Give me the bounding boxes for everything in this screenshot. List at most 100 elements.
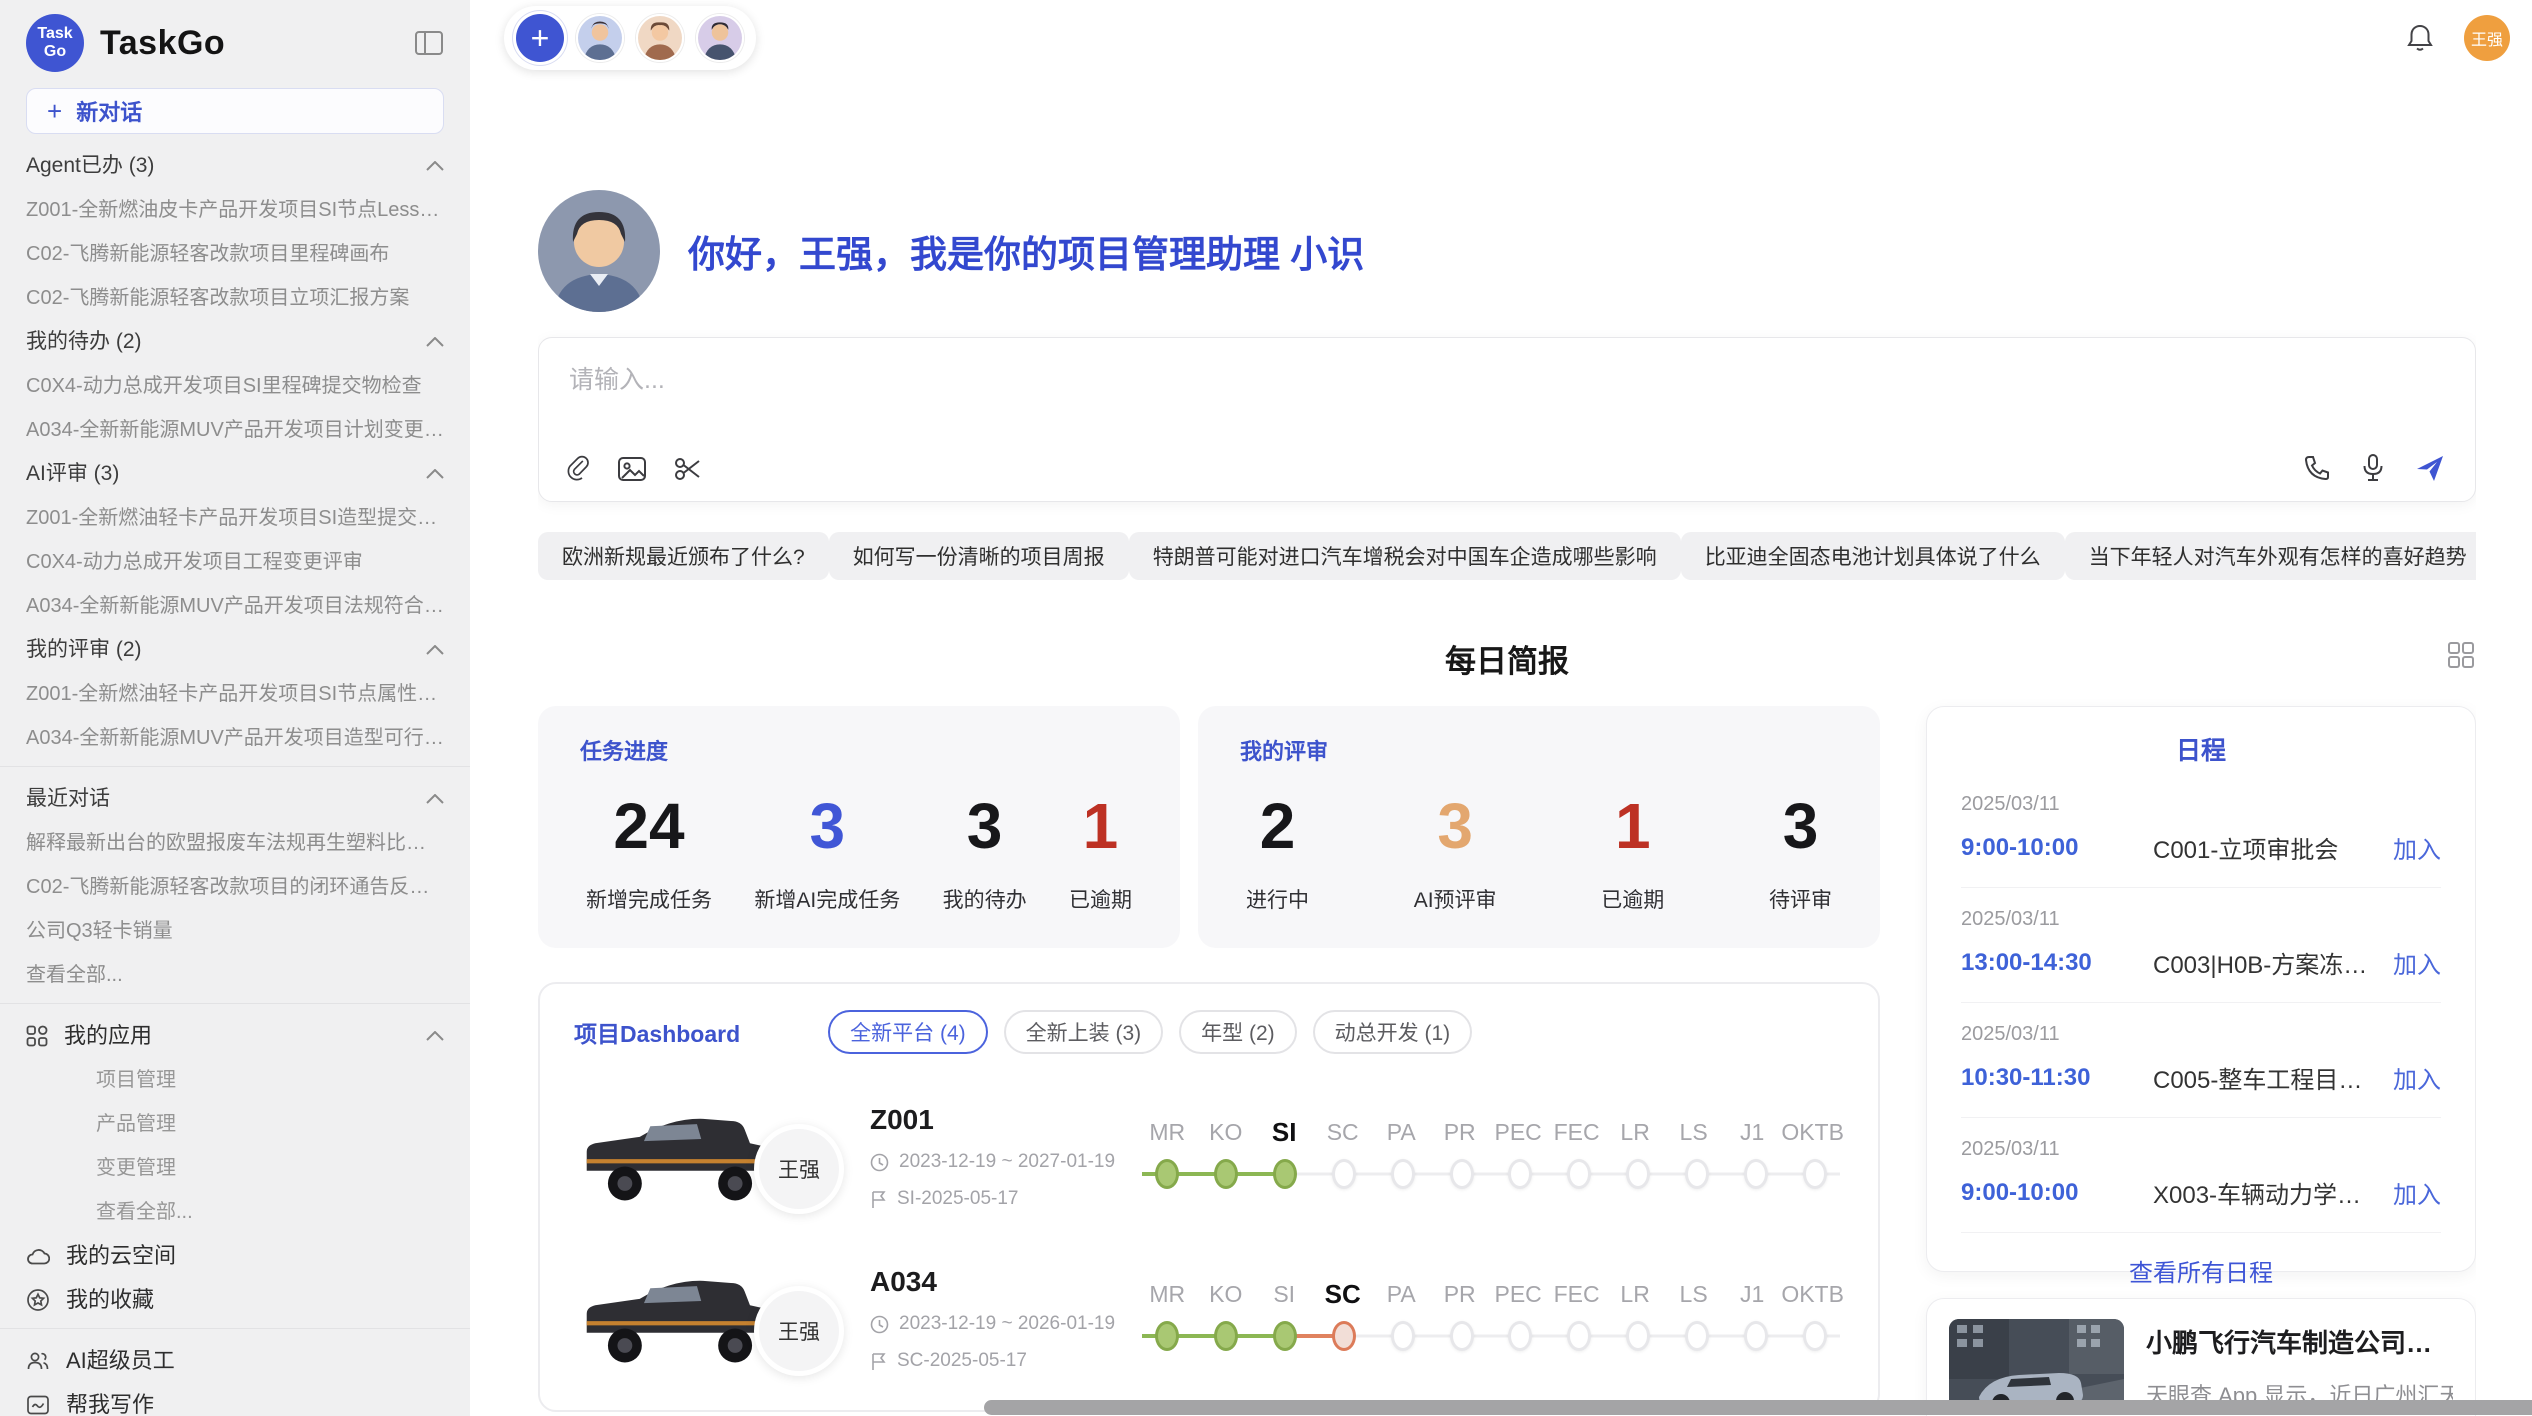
milestone-dot [1508,1159,1532,1189]
layout-grid-icon[interactable] [2446,640,2476,670]
notification-bell-icon[interactable] [2406,23,2434,53]
user-initials: 王强 [2471,26,2503,50]
avatar[interactable] [636,14,684,62]
section-recent-chats[interactable]: 最近对话 [26,787,444,811]
project-row[interactable]: 王强 A034 2023-12-19 ~ 2026-01-19 SC-2025-… [574,1260,1844,1378]
stat: 3 AI预评审 [1414,794,1497,914]
event-time: 13:00-14:30 [1961,949,2153,977]
app-item[interactable]: 变更管理 [96,1156,444,1180]
sidebar-item[interactable]: C0X4-动力总成开发项目SI里程碑提交物检查 [26,374,444,398]
sidebar: Task Go TaskGo + 新对话 Agent已办 (3) Z001-全新… [0,0,470,1416]
milestone-label: PEC [1489,1117,1547,1147]
suggestion-chip[interactable]: 欧洲新规最近颁布了什么? [538,532,829,580]
recent-chat-item[interactable]: C02-飞腾新能源轻客改款项目的闭环通告反馈情况 [26,875,444,899]
dashboard-tab[interactable]: 动总开发 (1) [1313,1010,1473,1054]
milestone-label: FEC [1547,1117,1605,1147]
milestone-dot [1803,1159,1827,1189]
schedule-event: 2025/03/11 13:00-14:30 C003|H0B-方案冻结评审 加… [1961,888,2441,1003]
dashboard-tab[interactable]: 全新上装 (3) [1004,1010,1164,1054]
sidebar-item[interactable]: Z001-全新燃油轻卡产品开发项目SI节点属性5D文件评审 [26,682,444,706]
project-dashboard-card: 项目Dashboard 全新平台 (4)全新上装 (3)年型 (2)动总开发 (… [538,982,1880,1412]
recent-chat-item[interactable]: 公司Q3轻卡销量 [26,919,444,943]
event-join-link[interactable]: 加入 [2393,830,2441,865]
section-ai-review[interactable]: AI评审 (3) [26,462,444,486]
milestone-dot [1744,1159,1768,1189]
avatar[interactable] [696,14,744,62]
chat-input[interactable] [569,366,2435,395]
event-join-link[interactable]: 加入 [2393,1060,2441,1095]
send-icon[interactable] [2415,453,2445,483]
app-grid-icon [26,1025,48,1047]
schedule-event: 2025/03/11 10:30-11:30 C005-整车工程目标评审 加入 [1961,1003,2441,1118]
sidebar-item-cloud-space[interactable]: 我的云空间 [26,1244,444,1268]
sidebar-collapse-icon[interactable] [414,29,444,57]
mic-icon[interactable] [2361,453,2385,483]
sidebar-item-ai-staff[interactable]: AI超级员工 [26,1349,444,1373]
sidebar-item[interactable]: A034-全新新能源MUV产品开发项目计划变更表编写 [26,418,444,442]
milestone-dot [1155,1159,1179,1189]
stat-label: 新增AI完成任务 [754,884,900,914]
sidebar-item[interactable]: C02-飞腾新能源轻客改款项目里程碑画布 [26,242,444,266]
schedule-event: 2025/03/11 9:00-10:00 C001-立项审批会 加入 [1961,773,2441,888]
sidebar-item[interactable]: Z001-全新燃油皮卡产品开发项目SI节点Lesson Learn报告 [26,198,444,222]
add-member-button[interactable]: + [516,14,564,62]
user-avatar[interactable]: 王强 [2464,15,2510,61]
event-time: 9:00-10:00 [1961,834,2153,862]
image-icon[interactable] [617,455,647,483]
milestone-dot [1685,1321,1709,1351]
sidebar-item-label: AI超级员工 [66,1349,175,1373]
app-item[interactable]: 产品管理 [96,1112,444,1136]
milestone-label: PR [1430,1117,1488,1147]
ai-review-list: Z001-全新燃油轻卡产品开发项目SI造型提交物评审 C0X4-动力总成开发项目工… [26,506,444,618]
new-chat-button[interactable]: + 新对话 [26,88,444,134]
project-row[interactable]: 王强 Z001 2023-12-19 ~ 2027-01-19 SI-2025-… [574,1098,1844,1216]
owner-badge: 王强 [754,1124,844,1214]
chevron-up-icon[interactable] [426,161,444,171]
suggestion-chip[interactable]: 比亚迪全固态电池计划具体说了什么 [1681,532,2065,580]
divider [0,1003,470,1004]
sidebar-item[interactable]: C02-飞腾新能源轻客改款项目立项汇报方案 [26,286,444,310]
logo-text-top: Task [37,25,72,43]
milestone-track: MRKOSISCPAPRPECFECLRLSJ1OKTB [1138,1117,1844,1197]
sidebar-item[interactable]: A034-全新新能源MUV产品开发项目法规符合性评审 [26,594,444,618]
owner-name: 王强 [778,1316,820,1346]
sidebar-item-favorites[interactable]: 我的收藏 [26,1288,444,1312]
stat: 2 进行中 [1246,794,1309,914]
schedule-view-all[interactable]: 查看所有日程 [1961,1233,2441,1296]
chevron-up-icon[interactable] [426,794,444,804]
stat-value: 1 [1069,794,1132,858]
sidebar-item-help-write[interactable]: 帮我写作 [26,1393,444,1416]
sidebar-item[interactable]: Z001-全新燃油轻卡产品开发项目SI造型提交物评审 [26,506,444,530]
suggestion-chip[interactable]: 特朗普可能对进口汽车增税会对中国车企造成哪些影响 [1129,532,1681,580]
avatar[interactable] [576,14,624,62]
chevron-up-icon[interactable] [426,645,444,655]
chevron-up-icon[interactable] [426,337,444,347]
section-my-apps[interactable]: 我的应用 [26,1024,444,1048]
attachment-icon[interactable] [565,455,591,483]
apps-view-all[interactable]: 查看全部... [96,1200,444,1224]
scissors-icon[interactable] [673,455,703,483]
dashboard-tab[interactable]: 全新平台 (4) [828,1010,988,1054]
suggestion-chip[interactable]: 当下年轻人对汽车外观有怎样的喜好趋势 [2065,532,2476,580]
event-date: 2025/03/11 [1961,793,2441,816]
chevron-up-icon[interactable] [426,1031,444,1041]
dashboard-tab[interactable]: 年型 (2) [1179,1010,1297,1054]
recent-chat-item[interactable]: 解释最新出台的欧盟报废车法规再生塑料比例被调至15%... [26,831,444,855]
horizontal-scrollbar[interactable] [984,1400,2532,1415]
new-chat-label: 新对话 [76,95,142,127]
chevron-up-icon[interactable] [426,469,444,479]
sidebar-item[interactable]: A034-全新新能源MUV产品开发项目造型可行性评审 [26,726,444,750]
recent-view-all[interactable]: 查看全部... [26,963,444,987]
news-card[interactable]: 小鹏飞行汽车制造公司增资 天眼查 App 显示，近日广州汇天飞行汽... [1926,1298,2476,1416]
milestone-dot [1155,1321,1179,1351]
app-item[interactable]: 项目管理 [96,1068,444,1092]
phone-icon[interactable] [2303,454,2331,482]
event-join-link[interactable]: 加入 [2393,945,2441,980]
section-my-review[interactable]: 我的评审 (2) [26,638,444,662]
sidebar-item[interactable]: C0X4-动力总成开发项目工程变更评审 [26,550,444,574]
section-my-todo[interactable]: 我的待办 (2) [26,330,444,354]
section-agent-done[interactable]: Agent已办 (3) [26,154,444,178]
project-image: 王强 [574,1098,786,1216]
suggestion-chip[interactable]: 如何写一份清晰的项目周报 [829,532,1129,580]
event-join-link[interactable]: 加入 [2393,1175,2441,1210]
